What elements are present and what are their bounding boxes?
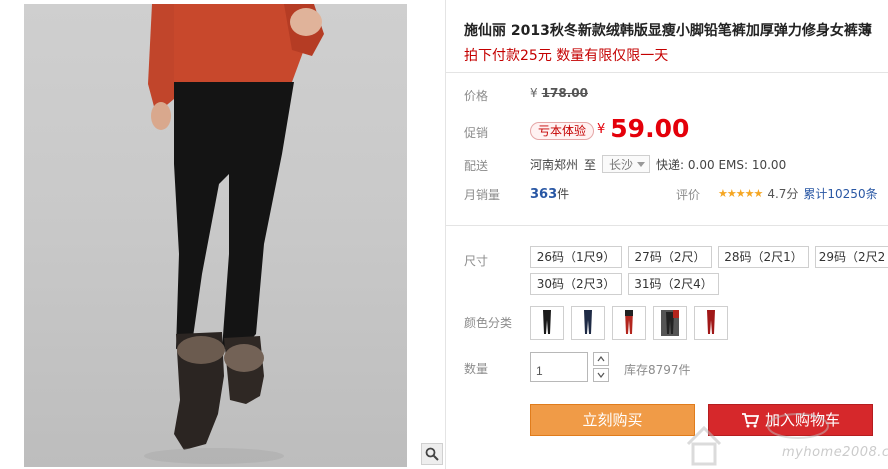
stock-count: 库存8797件 xyxy=(624,363,691,377)
promo-text: 拍下付款25元 数量有限仅限一天 xyxy=(464,48,669,64)
buy-now-button[interactable]: 立刻购买 xyxy=(530,404,695,436)
size-option[interactable]: 31码（2尺4） xyxy=(628,273,719,295)
price-label: 价格 xyxy=(464,89,489,103)
rating: ★★★★★ 4.7分 累计10250条 xyxy=(718,185,878,202)
color-swatch[interactable] xyxy=(694,306,728,340)
swatch-thumbnail xyxy=(584,310,592,334)
quantity-input[interactable] xyxy=(530,352,588,382)
original-price-value: 178.00 xyxy=(541,86,588,100)
color-label: 颜色分类 xyxy=(464,316,513,330)
promotion-label: 促销 xyxy=(464,126,489,140)
size-option[interactable]: 27码（2尺） xyxy=(628,246,712,268)
promotion-badge: 亏本体验 xyxy=(530,122,595,140)
quantity-label: 数量 xyxy=(464,362,489,376)
shipping-info: 河南郑州 至 长沙 快递: 0.00 EMS: 10.00 xyxy=(530,155,786,173)
size-option[interactable]: 26码（1尺9） xyxy=(530,246,622,268)
magnifier-icon xyxy=(425,447,439,461)
quantity-decrease-button[interactable] xyxy=(593,368,609,382)
chevron-down-icon xyxy=(597,372,605,378)
chevron-down-icon xyxy=(637,161,646,167)
size-label: 尺寸 xyxy=(464,254,489,268)
ship-from: 河南郑州 xyxy=(530,157,579,172)
swatch-thumbnail xyxy=(543,310,551,334)
divider xyxy=(446,225,888,226)
size-option[interactable]: 29码（2尺2 xyxy=(815,246,888,268)
promotion-price: ¥59.00 xyxy=(597,114,689,143)
rating-label: 评价 xyxy=(676,188,701,202)
cart-icon xyxy=(741,413,759,428)
chevron-up-icon xyxy=(597,356,605,362)
original-price: ¥178.00 xyxy=(530,86,588,100)
shipping-fees: 快递: 0.00 EMS: 10.00 xyxy=(656,157,787,172)
destination-select[interactable]: 长沙 xyxy=(602,155,651,173)
color-swatch[interactable] xyxy=(653,306,687,340)
divider xyxy=(446,72,888,73)
product-image[interactable] xyxy=(24,4,407,467)
star-rating-icon: ★★★★★ xyxy=(718,187,763,200)
currency-symbol: ¥ xyxy=(597,122,606,137)
color-swatch[interactable] xyxy=(612,306,646,340)
product-photo xyxy=(144,4,324,464)
color-swatch[interactable] xyxy=(571,306,605,340)
shipping-label: 配送 xyxy=(464,159,489,173)
sales-count: 363 xyxy=(530,187,558,202)
add-to-cart-button[interactable]: 加入购物车 xyxy=(708,404,873,436)
size-option[interactable]: 30码（2尺3） xyxy=(530,273,622,295)
size-option[interactable]: 28码（2尺1） xyxy=(718,246,809,268)
panel-divider xyxy=(445,0,446,469)
add-to-cart-label: 加入购物车 xyxy=(764,411,840,429)
destination-value: 长沙 xyxy=(609,157,634,172)
sales-label: 月销量 xyxy=(464,188,501,202)
review-count-link[interactable]: 累计10250条 xyxy=(803,185,877,202)
color-swatch[interactable] xyxy=(530,306,564,340)
monthly-sales: 363件 xyxy=(530,185,569,202)
promotion-price-value: 59.00 xyxy=(610,114,690,143)
ship-to-word: 至 xyxy=(584,157,597,172)
quantity-increase-button[interactable] xyxy=(593,352,609,366)
swatch-thumbnail xyxy=(625,310,633,334)
swatch-thumbnail xyxy=(661,310,679,336)
currency-symbol: ¥ xyxy=(530,86,538,100)
watermark-text: myhome2008.com xyxy=(782,445,888,460)
product-title: 施仙丽 2013秋冬新款绒韩版显瘦小脚铅笔裤加厚弹力修身女裤薄 xyxy=(464,23,872,39)
rating-score: 4.7分 xyxy=(767,187,799,201)
zoom-button[interactable] xyxy=(421,443,443,465)
sales-unit: 件 xyxy=(557,187,570,201)
swatch-thumbnail xyxy=(707,310,715,334)
